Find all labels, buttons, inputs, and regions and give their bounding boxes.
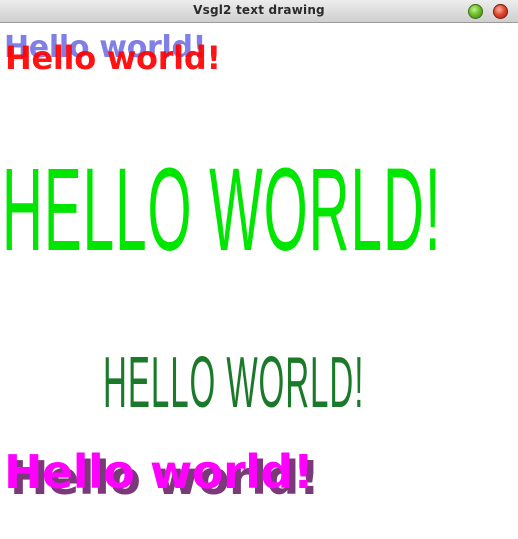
- hello-text-magenta: Hello world!: [4, 445, 314, 499]
- close-button-icon[interactable]: [493, 4, 508, 19]
- minimize-button-icon[interactable]: [468, 4, 483, 19]
- hello-text-green-small: HELLO WORLD!: [103, 343, 365, 423]
- hello-text-red: Hello world!: [5, 39, 221, 77]
- app-window: Vsgl2 text drawing Hello world! Hello wo…: [0, 0, 518, 539]
- drawing-canvas: Hello world! Hello world! HELLO WORLD! H…: [0, 23, 518, 539]
- title-bar[interactable]: Vsgl2 text drawing: [0, 0, 518, 23]
- hello-text-green-large: HELLO WORLD!: [2, 144, 442, 276]
- window-title: Vsgl2 text drawing: [193, 3, 325, 17]
